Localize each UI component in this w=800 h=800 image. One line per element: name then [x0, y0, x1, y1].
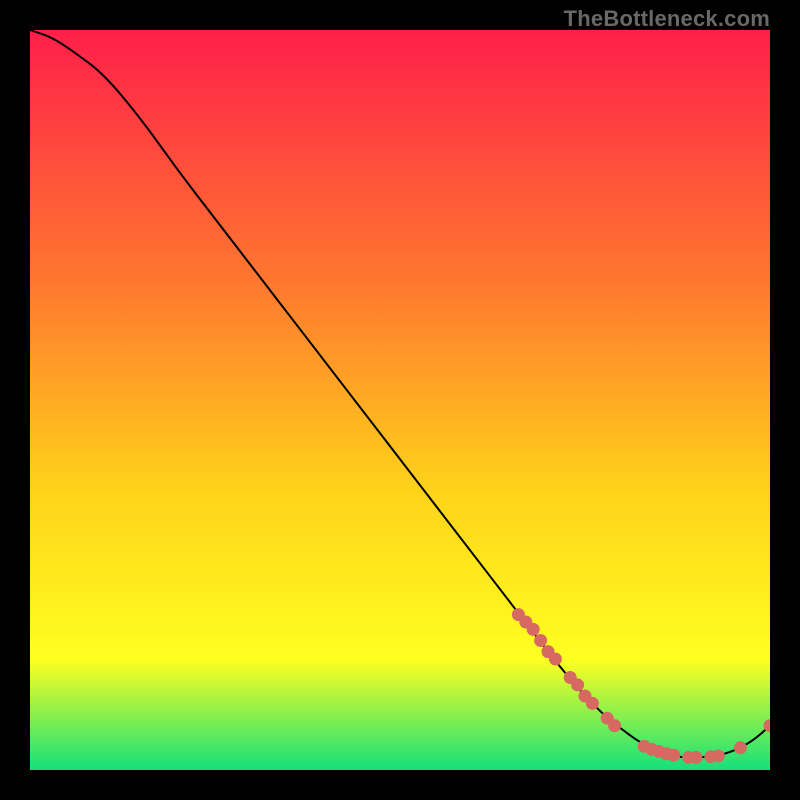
sample-marker [667, 749, 680, 762]
sample-marker [734, 741, 747, 754]
sample-marker [608, 719, 621, 732]
sample-marker [527, 623, 540, 636]
gradient-background [30, 30, 770, 770]
bottleneck-chart [30, 30, 770, 770]
sample-marker [690, 751, 703, 764]
sample-marker [549, 653, 562, 666]
sample-marker [712, 749, 725, 762]
sample-marker [571, 678, 584, 691]
sample-marker [534, 634, 547, 647]
chart-stage: TheBottleneck.com [0, 0, 800, 800]
watermark-text: TheBottleneck.com [564, 6, 770, 32]
sample-marker [586, 697, 599, 710]
